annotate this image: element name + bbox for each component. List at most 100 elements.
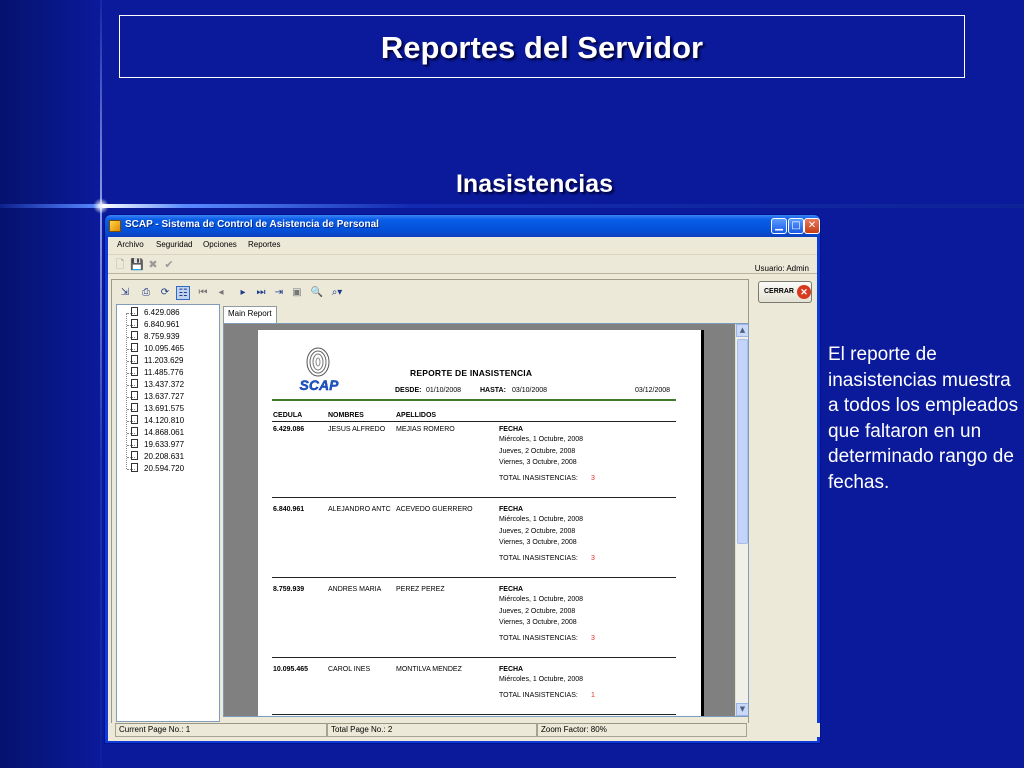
tree-item[interactable]: 14.120.810 <box>123 415 184 427</box>
menu-bar: Archivo Seguridad Opciones Reportes <box>108 237 817 255</box>
hasta-value: 03/10/2008 <box>512 387 548 394</box>
status-total-pages: Total Page No.: 2 <box>327 723 537 737</box>
tree-item[interactable]: 10.095.465 <box>123 343 184 355</box>
tree-item[interactable]: 11.203.629 <box>123 355 183 367</box>
tree-item[interactable]: 13.437.372 <box>123 379 184 391</box>
window-client-area: Archivo Seguridad Opciones Reportes 🗋 💾 … <box>108 237 820 741</box>
document-icon <box>131 355 138 364</box>
maximize-button[interactable]: □ <box>788 218 804 234</box>
record-date: Miércoles, 1 Octubre, 2008 <box>499 436 584 443</box>
record-divider <box>272 577 676 578</box>
document-icon <box>131 451 138 460</box>
record-divider <box>272 657 676 658</box>
close-report-button[interactable]: CERRAR ✕ <box>758 281 812 303</box>
tree-item[interactable]: 19.633.977 <box>123 439 184 451</box>
column-divider <box>272 421 676 422</box>
report-scrollbar[interactable]: ▲ ▼ <box>735 324 748 716</box>
fecha-label: FECHA <box>499 666 524 673</box>
column-apellidos: APELLIDOS <box>396 412 437 419</box>
viewer-toolbar: ⇲ ⎙ ⟳ ☷ ⏮ ◂ ▸ ⏭ ⇥ ▣ 🔍 ⌕▾ <box>112 280 748 304</box>
stop-icon[interactable]: ▣ <box>290 286 304 300</box>
record-date: Miércoles, 1 Octubre, 2008 <box>499 516 584 523</box>
menu-archivo[interactable]: Archivo <box>117 240 144 249</box>
desde-label: DESDE: <box>395 387 422 394</box>
fecha-label: FECHA <box>499 426 524 433</box>
tab-main-report[interactable]: Main Report <box>223 306 277 323</box>
menu-reportes[interactable]: Reportes <box>248 240 280 249</box>
search-icon[interactable]: 🔍 <box>310 286 324 300</box>
report-page: SCAP REPORTE DE INASISTENCIA DESDE: 01/1… <box>258 330 704 716</box>
report-title: REPORTE DE INASISTENCIA <box>410 368 533 378</box>
check-icon[interactable]: ✔ <box>163 259 175 271</box>
tree-item[interactable]: 13.691.575 <box>123 403 184 415</box>
document-icon <box>131 439 138 448</box>
menu-opciones[interactable]: Opciones <box>203 240 237 249</box>
window-title: SCAP - Sistema de Control de Asistencia … <box>125 219 379 230</box>
export-icon[interactable]: ⇲ <box>118 286 132 300</box>
light-flare <box>93 198 109 214</box>
zoom-icon[interactable]: ⌕▾ <box>330 286 344 300</box>
record-date: Jueves, 2 Octubre, 2008 <box>499 528 576 535</box>
slide-title: Reportes del Servidor <box>380 30 704 65</box>
record-total: 3 <box>591 555 595 562</box>
scroll-up-button[interactable]: ▲ <box>736 324 748 337</box>
tree-item[interactable]: 14.868.061 <box>123 427 184 439</box>
main-toolbar: 🗋 💾 ✖ ✔ <box>108 256 817 274</box>
total-label: TOTAL INASISTENCIAS: <box>499 475 578 482</box>
tree-item[interactable]: 20.208.631 <box>123 451 184 463</box>
record-date: Viernes, 3 Octubre, 2008 <box>499 459 577 466</box>
scroll-thumb[interactable] <box>737 339 748 544</box>
tree-item[interactable]: 8.759.939 <box>123 331 180 343</box>
logo-text: SCAP <box>300 377 340 393</box>
window-titlebar[interactable]: SCAP - Sistema de Control de Asistencia … <box>105 215 820 237</box>
status-current-page: Current Page No.: 1 <box>115 723 327 737</box>
close-window-button[interactable]: ✕ <box>804 218 820 234</box>
last-page-icon[interactable]: ⏭ <box>254 286 268 300</box>
total-label: TOTAL INASISTENCIAS: <box>499 555 578 562</box>
background-vertical-bar <box>100 0 102 768</box>
scroll-down-button[interactable]: ▼ <box>736 703 748 716</box>
tree-item[interactable]: 20.594.720 <box>123 463 184 475</box>
previous-page-icon[interactable]: ◂ <box>214 286 228 300</box>
total-label: TOTAL INASISTENCIAS: <box>499 635 578 642</box>
record-cedula: 6.429.086 <box>273 426 305 433</box>
group-tree-icon[interactable]: ☷ <box>176 286 190 300</box>
record-cedula: 8.759.939 <box>273 586 305 593</box>
document-icon <box>131 367 138 376</box>
tree-item[interactable]: 6.840.961 <box>123 319 180 331</box>
status-zoom: Zoom Factor: 80% <box>537 723 747 737</box>
tree-item[interactable]: 11.485.776 <box>123 367 183 379</box>
refresh-icon[interactable]: ⟳ <box>158 286 172 300</box>
document-icon <box>131 331 138 340</box>
goto-page-icon[interactable]: ⇥ <box>272 286 286 300</box>
document-icon <box>131 427 138 436</box>
tree-item[interactable]: 13.637.727 <box>123 391 184 403</box>
new-icon[interactable]: 🗋 <box>114 259 126 271</box>
document-icon <box>131 307 138 316</box>
print-icon[interactable]: ⎙ <box>139 286 153 300</box>
tree-item[interactable]: 6.429.086 <box>123 307 180 319</box>
close-icon: ✕ <box>797 285 811 299</box>
document-icon <box>131 319 138 328</box>
delete-icon[interactable]: ✖ <box>147 259 159 271</box>
slide-title-box: Reportes del Servidor <box>119 15 965 78</box>
document-icon <box>131 403 138 412</box>
desde-value: 01/10/2008 <box>426 387 462 394</box>
app-icon <box>109 220 121 232</box>
first-page-icon[interactable]: ⏮ <box>196 286 210 300</box>
report-canvas: SCAP REPORTE DE INASISTENCIA DESDE: 01/1… <box>223 323 749 717</box>
record-cedula: 10.095.465 <box>273 666 309 673</box>
save-icon[interactable]: 💾 <box>130 259 144 271</box>
record-date: Viernes, 3 Octubre, 2008 <box>499 619 577 626</box>
group-tree: 6.429.086 6.840.961 8.759.939 10.095.465… <box>116 304 220 722</box>
minimize-button[interactable]: ▁ <box>771 218 787 234</box>
document-icon <box>131 379 138 388</box>
slide-description: El reporte de inasistencias muestra a to… <box>828 344 1019 493</box>
record-cedula: 6.840.961 <box>273 506 305 513</box>
record-date: Jueves, 2 Octubre, 2008 <box>499 608 576 615</box>
menu-seguridad[interactable]: Seguridad <box>156 240 192 249</box>
document-icon <box>131 463 138 472</box>
record-divider <box>272 714 676 715</box>
document-icon <box>131 343 138 352</box>
next-page-icon[interactable]: ▸ <box>236 286 250 300</box>
